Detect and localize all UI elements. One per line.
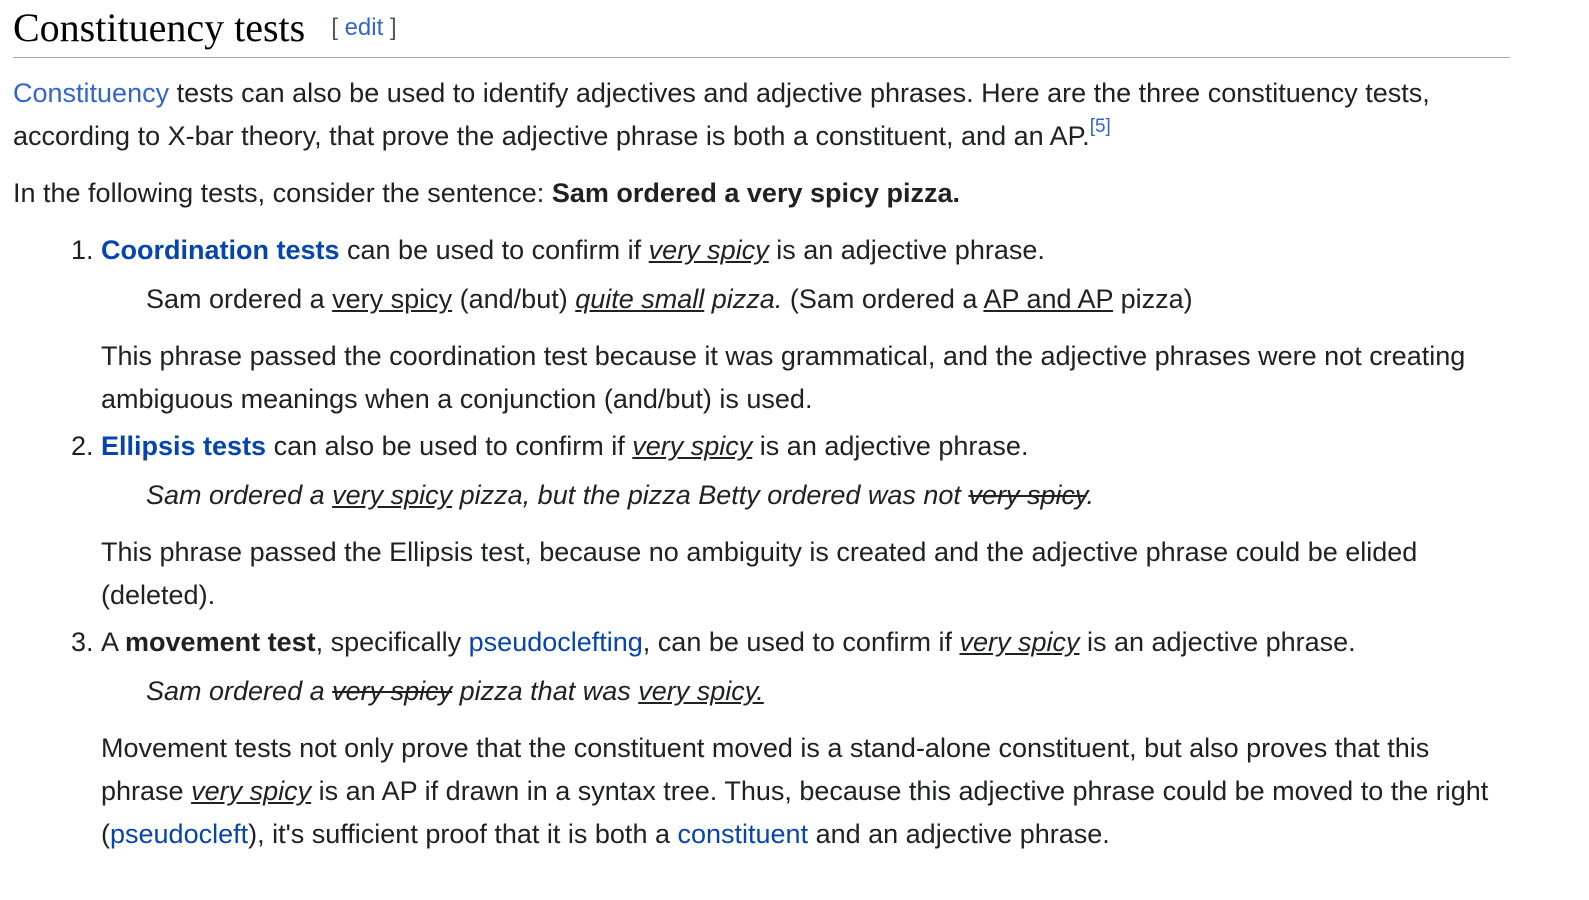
ex3-s1: very spicy [332, 676, 453, 706]
test-3-bold: movement test [125, 627, 316, 657]
sentence-paragraph: In the following tests, consider the sen… [13, 172, 1589, 215]
ex3-b: pizza that was [452, 676, 639, 706]
ex2-a: Sam ordered a [146, 480, 333, 510]
ex1-u2: quite small [575, 284, 705, 314]
ex1-b: (and/but) [452, 284, 576, 314]
ex1-d: (Sam ordered a [782, 284, 984, 314]
reference-5-link[interactable]: [5] [1090, 116, 1111, 137]
test-3-explanation: Movement tests not only prove that the c… [101, 727, 1511, 856]
test-2-italic: very spicy [632, 431, 753, 461]
ex1-e: pizza) [1113, 284, 1193, 314]
edit-bracket-open: [ [331, 14, 338, 41]
constituent-link[interactable]: constituent [677, 819, 808, 849]
expl3-d: and an adjective phrase. [808, 819, 1110, 849]
test-1-text-a: can be used to confirm if [339, 235, 649, 265]
list-item: Ellipsis tests can also be used to confi… [101, 425, 1511, 617]
expl3-u: very spicy [191, 776, 312, 806]
sentence-bold: Sam ordered a very spicy pizza. [551, 178, 961, 208]
intro-text: tests can also be used to identify adjec… [13, 78, 1430, 151]
test-3-text-b: , can be used to confirm if [642, 627, 960, 657]
section-title: Constituency tests [13, 5, 306, 50]
pseudocleft-link[interactable]: pseudocleft [110, 819, 248, 849]
test-1-text-b: is an adjective phrase. [768, 235, 1045, 265]
ex1-u1: very spicy [332, 284, 453, 314]
test-2-line: Ellipsis tests can also be used to confi… [101, 425, 1511, 468]
ex3-a: Sam ordered a [146, 676, 333, 706]
list-item: A movement test, specifically pseudoclef… [101, 621, 1511, 856]
ex2-c: . [1086, 480, 1094, 510]
test-3-lead: A [101, 627, 126, 657]
test-1-example: Sam ordered a very spicy (and/but) quite… [146, 278, 1511, 321]
test-3-line: A movement test, specifically pseudoclef… [101, 621, 1511, 664]
edit-link[interactable]: edit [345, 14, 384, 41]
article-section: Constituency tests [ edit ] Constituency… [0, 0, 1589, 900]
pseudoclefting-link[interactable]: pseudoclefting [469, 627, 643, 657]
coordination-tests-link[interactable]: Coordination tests [101, 235, 340, 265]
expl3-c: ), it's sufficient proof that it is both… [248, 819, 678, 849]
list-item: Coordination tests can be used to confir… [101, 229, 1511, 421]
test-2-text-a: can also be used to confirm if [266, 431, 633, 461]
ex1-c: pizza. [704, 284, 783, 314]
test-3-italic: very spicy [959, 627, 1080, 657]
test-1-explanation: This phrase passed the coordination test… [101, 341, 1466, 414]
tests-list: Coordination tests can be used to confir… [13, 229, 1511, 856]
ellipsis-tests-link[interactable]: Ellipsis tests [101, 431, 266, 461]
intro-paragraph: Constituency tests can also be used to i… [13, 72, 1513, 158]
ex1-u3: AP and AP [983, 284, 1114, 314]
ex3-u1: very spicy. [638, 676, 764, 706]
ex1-a: Sam ordered a [146, 284, 333, 314]
test-2-text-b: is an adjective phrase. [752, 431, 1029, 461]
test-2-explanation: This phrase passed the Ellipsis test, be… [101, 537, 1418, 610]
test-3-example: Sam ordered a very spicy pizza that was … [146, 670, 1511, 713]
ex2-b: pizza, but the pizza Betty ordered was n… [452, 480, 969, 510]
edit-section: [ edit ] [331, 3, 396, 53]
test-3-text-a: , specifically [315, 627, 469, 657]
test-1-line: Coordination tests can be used to confir… [101, 229, 1511, 272]
ex2-s1: very spicy [968, 480, 1087, 510]
edit-bracket-close: ] [389, 14, 397, 41]
test-3-text-c: is an adjective phrase. [1079, 627, 1356, 657]
test-2-example: Sam ordered a very spicy pizza, but the … [146, 474, 1511, 517]
constituency-link[interactable]: Constituency [13, 78, 169, 108]
section-heading: Constituency tests [ edit ] [13, 0, 1510, 58]
sentence-lead: In the following tests, consider the sen… [13, 178, 552, 208]
ex2-u1: very spicy [332, 480, 453, 510]
test-1-italic: very spicy [648, 235, 769, 265]
